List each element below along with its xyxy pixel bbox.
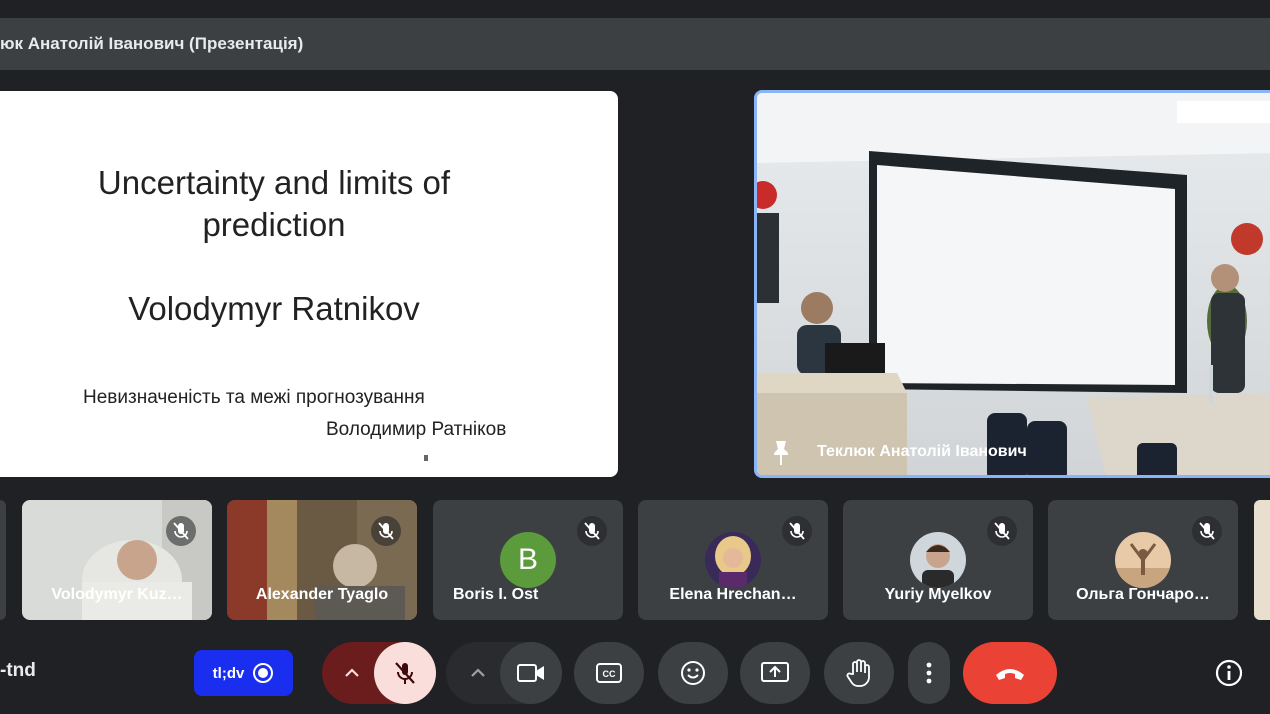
more-options-button[interactable] — [908, 642, 950, 704]
present-button[interactable] — [740, 642, 810, 704]
participant-tile[interactable]: Alexander Tyaglo — [227, 500, 417, 620]
participant-tile[interactable]: Yuriy Myelkov — [843, 500, 1033, 620]
more-vert-icon — [926, 662, 932, 684]
participant-name: Elena Hrechan… — [669, 586, 797, 603]
pin-icon[interactable] — [771, 439, 791, 467]
presentation-header: юк Анатолій Іванович (Презентація) — [0, 18, 1270, 70]
emoji-icon — [681, 661, 705, 685]
speaker-video[interactable]: Теклюк Анатолій Іванович — [754, 90, 1270, 478]
chevron-up-icon[interactable] — [460, 660, 496, 686]
mic-off-button[interactable] — [374, 642, 436, 704]
captions-icon: CC — [596, 663, 622, 683]
emoji-button[interactable] — [658, 642, 728, 704]
present-icon — [761, 662, 789, 682]
participant-tile[interactable]: B Boris I. Ost — [433, 500, 623, 620]
slide-title-line2: prediction — [202, 206, 346, 243]
camera-icon — [517, 664, 544, 682]
presenter-title: юк Анатолій Іванович (Презентація) — [0, 34, 304, 53]
raise-hand-icon — [846, 659, 870, 687]
mic-muted-icon — [987, 516, 1017, 546]
svg-text:CC: CC — [603, 669, 616, 679]
info-icon — [1215, 659, 1243, 687]
slide-subtitle-ua: Невизначеність та межі прогнозування — [83, 387, 425, 408]
leave-call-button[interactable] — [963, 642, 1057, 704]
participant-name: Alexander Tyaglo — [255, 586, 389, 603]
avatar — [1115, 532, 1171, 588]
mic-muted-icon — [577, 516, 607, 546]
avatar — [705, 532, 761, 588]
info-button[interactable] — [1212, 656, 1246, 690]
slide-author-ua: Володимир Ратніков — [326, 419, 507, 440]
mic-muted-icon — [1192, 516, 1222, 546]
avatar: B — [500, 532, 556, 588]
raise-hand-button[interactable] — [824, 642, 894, 704]
tldv-label: tl;dv — [212, 664, 245, 682]
captions-button[interactable]: CC — [574, 642, 644, 704]
tldv-recorder-chip[interactable]: tl;dv — [194, 650, 293, 696]
mic-muted-icon — [782, 516, 812, 546]
mic-off-icon — [395, 662, 415, 684]
presentation-slide: Uncertainty and limits of prediction Vol… — [0, 91, 618, 477]
speaker-name: Теклюк Анатолій Іванович — [817, 443, 1027, 460]
camera-button[interactable] — [500, 642, 562, 704]
call-end-icon — [996, 669, 1024, 680]
participant-tile[interactable]: Ольга Гончаро… — [1048, 500, 1238, 620]
chevron-up-icon[interactable] — [334, 660, 370, 686]
mic-muted-icon — [371, 516, 401, 546]
slide-author: Volodymyr Ratnikov — [128, 290, 420, 327]
participant-name: Ольга Гончаро… — [1076, 586, 1210, 603]
speaker-video-scene — [757, 93, 1270, 475]
avatar — [910, 532, 966, 588]
mic-muted-icon — [166, 516, 196, 546]
cursor-mark — [424, 455, 428, 461]
slide-title-line1: Uncertainty and limits of — [97, 164, 451, 201]
participant-name: Yuriy Myelkov — [884, 586, 992, 603]
participant-tile[interactable]: Volodymyr Kuz… — [22, 500, 212, 620]
participant-name: Boris I. Ost — [453, 586, 539, 603]
meeting-code: -tnd — [0, 660, 36, 681]
record-icon — [253, 663, 274, 683]
participant-tile[interactable]: Elena Hrechan… — [638, 500, 828, 620]
tile-partial-left — [0, 500, 6, 620]
tile-partial-right — [1254, 500, 1270, 620]
participant-name: Volodymyr Kuz… — [51, 586, 183, 603]
